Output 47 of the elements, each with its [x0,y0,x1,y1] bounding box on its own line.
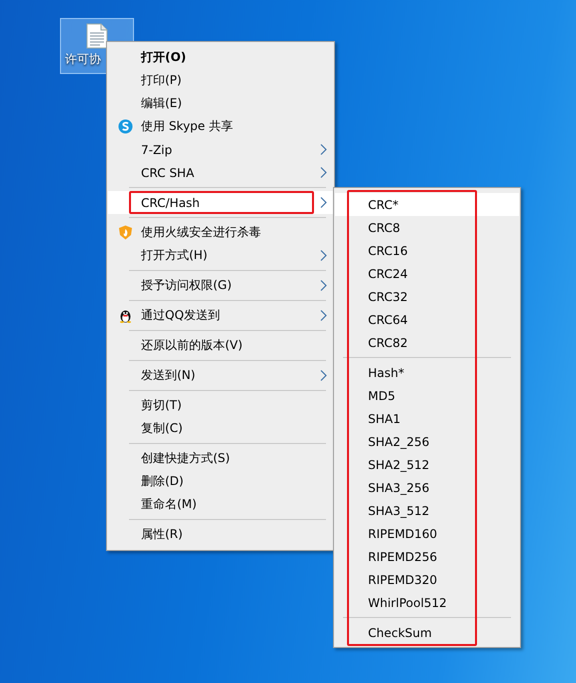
chevron-icon [320,167,327,178]
skype-icon [118,119,133,134]
menu-item[interactable]: 打开方式(H) [108,244,333,267]
chevron-icon [320,280,327,291]
menu-item[interactable]: CRC SHA [108,161,333,184]
menu-item[interactable]: CheckSum [335,621,519,644]
menu-item[interactable]: SHA1 [335,407,519,430]
menu-item[interactable]: 创建快捷方式(S) [108,447,333,470]
chevron-icon [320,370,327,381]
menu-item[interactable]: 复制(C) [108,417,333,440]
chevron-icon [320,250,327,261]
menu-item[interactable]: 属性(R) [108,523,333,546]
menu-item[interactable]: 发送到(N) [108,364,333,387]
menu-item[interactable]: RIPEMD256 [335,545,519,568]
menu-item[interactable]: CRC32 [335,285,519,308]
menu-item[interactable]: CRC* [335,193,519,216]
menu-item[interactable]: 删除(D) [108,470,333,493]
chevron-icon [320,310,327,321]
menu-item[interactable]: SHA3_512 [335,499,519,522]
menu-item[interactable]: RIPEMD320 [335,568,519,591]
menu-item[interactable]: 授予访问权限(G) [108,274,333,297]
file-name: 许可协 [64,51,101,68]
menu-item[interactable]: CRC16 [335,239,519,262]
menu-item[interactable]: MD5 [335,384,519,407]
menu-item[interactable]: CRC64 [335,308,519,331]
menu-item[interactable]: 编辑(E) [108,92,333,115]
menu-item[interactable]: 重命名(M) [108,493,333,516]
chevron-icon [320,144,327,155]
menu-item[interactable]: Hash* [335,361,519,384]
menu-item[interactable]: 还原以前的版本(V) [108,334,333,357]
menu-item[interactable]: SHA3_256 [335,476,519,499]
menu-item[interactable]: 通过QQ发送到 [108,304,333,327]
shield-icon [118,225,133,240]
chevron-icon [320,197,327,208]
menu-item[interactable]: SHA2_512 [335,453,519,476]
penguin-icon [118,308,133,323]
menu-item[interactable]: 剪切(T) [108,394,333,417]
menu-item[interactable]: 7-Zip [108,138,333,161]
menu-item[interactable]: SHA2_256 [335,430,519,453]
menu-item[interactable]: CRC8 [335,216,519,239]
menu-item[interactable]: CRC/Hash [108,191,333,214]
menu-item[interactable]: WhirlPool512 [335,591,519,614]
menu-item[interactable]: CRC82 [335,331,519,354]
menu-item[interactable]: CRC24 [335,262,519,285]
menu-item[interactable]: RIPEMD160 [335,522,519,545]
menu-item[interactable]: 使用火绒安全进行杀毒 [108,221,333,244]
menu-item[interactable]: 使用 Skype 共享 [108,115,333,138]
